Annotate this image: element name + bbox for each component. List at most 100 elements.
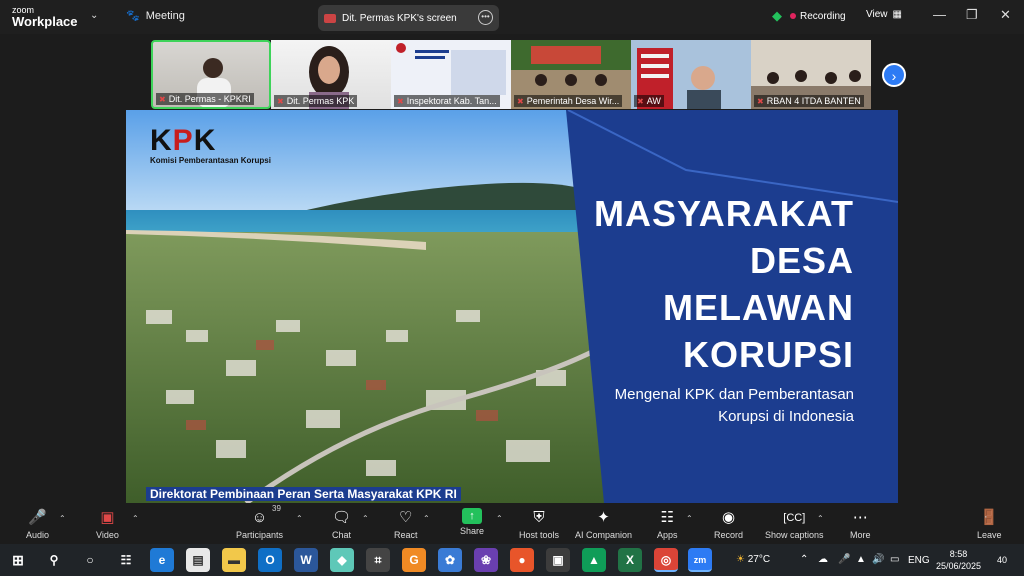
share-button[interactable]: ↑ Share <box>460 508 484 536</box>
chrome-icon[interactable]: ◎ <box>654 548 678 572</box>
react-label: React <box>394 530 418 540</box>
windows-start-icon[interactable]: ⊞ <box>6 548 30 572</box>
weather-temp: 27°C <box>747 554 771 565</box>
participants-label: Participants <box>236 530 284 540</box>
leave-button[interactable]: 🚪 Leave <box>977 508 1002 540</box>
app-icon[interactable]: ❀ <box>474 548 498 572</box>
outlook-icon[interactable]: O <box>258 548 282 572</box>
mic-muted-icon: ✖ <box>397 96 404 106</box>
captions-button[interactable]: [CC] Show captions <box>765 508 824 540</box>
task-view-icon[interactable]: ☷ <box>114 548 138 572</box>
participant-tile[interactable]: ✖ Dit. Permas - KPKRI <box>151 40 271 109</box>
more-button[interactable]: ⋯ More <box>850 508 871 540</box>
chat-icon: 🗨 <box>332 509 352 526</box>
paint-icon[interactable]: ✿ <box>438 548 462 572</box>
chevron-up-icon[interactable]: ⌃ <box>800 554 808 565</box>
zoom-taskbar-icon[interactable]: zm <box>688 548 712 572</box>
participant-tile[interactable]: ✖ Inspektorat Kab. Tan... <box>391 40 511 109</box>
search-icon[interactable]: ⚲ <box>42 548 66 572</box>
calculator-icon[interactable]: ⌗ <box>366 548 390 572</box>
firefox-icon[interactable]: ● <box>510 548 534 572</box>
shared-slide: KPK Komisi Pemberantasan Korupsi MASYARA… <box>126 110 898 503</box>
ai-companion-button[interactable]: ✦ AI Companion <box>575 508 632 540</box>
mic-muted-icon: ✖ <box>517 96 524 106</box>
sparkle-icon: ✦ <box>597 509 610 526</box>
zoom-brand[interactable]: zoom Workplace <box>12 5 78 28</box>
drive-icon[interactable]: ▲ <box>582 548 606 572</box>
chevron-up-icon[interactable]: ⌃ <box>817 514 824 523</box>
share-screen-tab[interactable]: Dit. Permas KPK's screen ••• <box>318 5 499 31</box>
chevron-up-icon[interactable]: ⌃ <box>686 514 693 523</box>
minimize-icon[interactable]: ― <box>933 7 946 22</box>
paw-icon: 🐾 <box>126 10 140 22</box>
kpk-logo-text: KPK <box>150 124 217 157</box>
cortana-icon[interactable]: ○ <box>78 548 102 572</box>
participant-tile[interactable]: ✖ Dit. Permas KPK <box>271 40 391 109</box>
chevron-up-icon[interactable]: ⌃ <box>59 514 66 523</box>
video-button[interactable]: ▣ Video <box>96 508 119 540</box>
participant-tile[interactable]: ✖ AW <box>631 40 751 109</box>
participant-tile[interactable]: ✖ RBAN 4 ITDA BANTEN <box>751 40 871 109</box>
chevron-up-icon[interactable]: ⌃ <box>296 514 303 523</box>
video-off-icon: ▣ <box>100 509 115 526</box>
react-button[interactable]: ♡ React <box>394 508 418 540</box>
network-icon[interactable]: ▲ <box>856 554 866 565</box>
host-tools-button[interactable]: ⛨ Host tools <box>519 508 559 540</box>
leave-icon: 🚪 <box>979 509 999 526</box>
subtitle-line: Korupsi di Indonesia <box>718 408 854 425</box>
view-button[interactable]: View ▦ <box>866 9 902 20</box>
cloud-icon[interactable]: ☁ <box>818 554 828 565</box>
audio-label: Audio <box>26 530 50 540</box>
audio-button[interactable]: 🎤 Audio <box>26 508 49 540</box>
app-icon[interactable]: G <box>402 548 426 572</box>
store-icon[interactable]: ▤ <box>186 548 210 572</box>
chevron-up-icon[interactable]: ⌃ <box>496 514 503 523</box>
file-explorer-icon[interactable]: ▬ <box>222 548 246 572</box>
recording-indicator[interactable]: ◆ Recording <box>772 8 846 24</box>
participants-count: 39 <box>272 504 281 513</box>
apps-icon: ☷ <box>660 509 674 526</box>
app-icon[interactable]: ◆ <box>330 548 354 572</box>
leave-label: Leave <box>977 530 1002 540</box>
participant-tile[interactable]: ✖ Pemerintah Desa Wir... <box>511 40 631 109</box>
apps-button[interactable]: ☷ Apps <box>657 508 678 540</box>
mic-icon[interactable]: 🎤 <box>838 554 850 565</box>
heart-icon: ♡ <box>399 509 413 526</box>
chevron-up-icon[interactable]: ⌃ <box>132 514 139 523</box>
record-label: Record <box>714 530 744 540</box>
share-icon: ↑ <box>462 508 483 524</box>
kpk-logo: KPK Komisi Pemberantasan Korupsi <box>150 124 271 165</box>
battery-icon[interactable]: ▭ <box>890 554 899 565</box>
weather-widget[interactable]: ☀ 27°C <box>736 554 770 565</box>
mic-muted-icon: ✖ <box>277 96 284 106</box>
mic-muted-icon: ✖ <box>637 96 644 106</box>
restore-icon[interactable]: ❐ <box>966 7 978 23</box>
record-button[interactable]: ◉ Record <box>714 508 743 540</box>
more-icon: ⋯ <box>852 509 868 526</box>
chevron-up-icon[interactable]: ⌃ <box>362 514 369 523</box>
chevron-down-icon[interactable]: ⌄ <box>90 10 98 21</box>
app-icon[interactable]: ▣ <box>546 548 570 572</box>
excel-icon[interactable]: X <box>618 548 642 572</box>
more-options-icon[interactable]: ••• <box>478 10 493 25</box>
mic-muted-icon: 🎤 <box>28 509 47 526</box>
participant-name: ✖ Pemerintah Desa Wir... <box>514 95 623 107</box>
participants-button[interactable]: ☺ 39 Participants <box>236 504 284 540</box>
notification-center[interactable]: 40 <box>992 550 1012 570</box>
edge-icon[interactable]: e <box>150 548 174 572</box>
view-label: View <box>866 9 888 20</box>
chat-button[interactable]: 🗨 Chat <box>332 508 351 540</box>
clock[interactable]: 8:58 25/06/2025 <box>936 548 981 572</box>
video-label: Video <box>96 530 119 540</box>
language-indicator[interactable]: ENG <box>908 555 930 566</box>
next-page-button[interactable]: › <box>882 63 906 87</box>
record-dot-icon <box>790 13 796 19</box>
more-label: More <box>850 530 871 540</box>
record-icon: ◉ <box>721 509 736 526</box>
clock-date: 25/06/2025 <box>936 561 982 571</box>
close-icon[interactable]: ✕ <box>1000 7 1011 23</box>
word-icon[interactable]: W <box>294 548 318 572</box>
chevron-up-icon[interactable]: ⌃ <box>423 514 430 523</box>
speaker-icon[interactable]: 🔊 <box>872 554 884 565</box>
meeting-tab[interactable]: 🐾 Meeting <box>126 9 185 23</box>
